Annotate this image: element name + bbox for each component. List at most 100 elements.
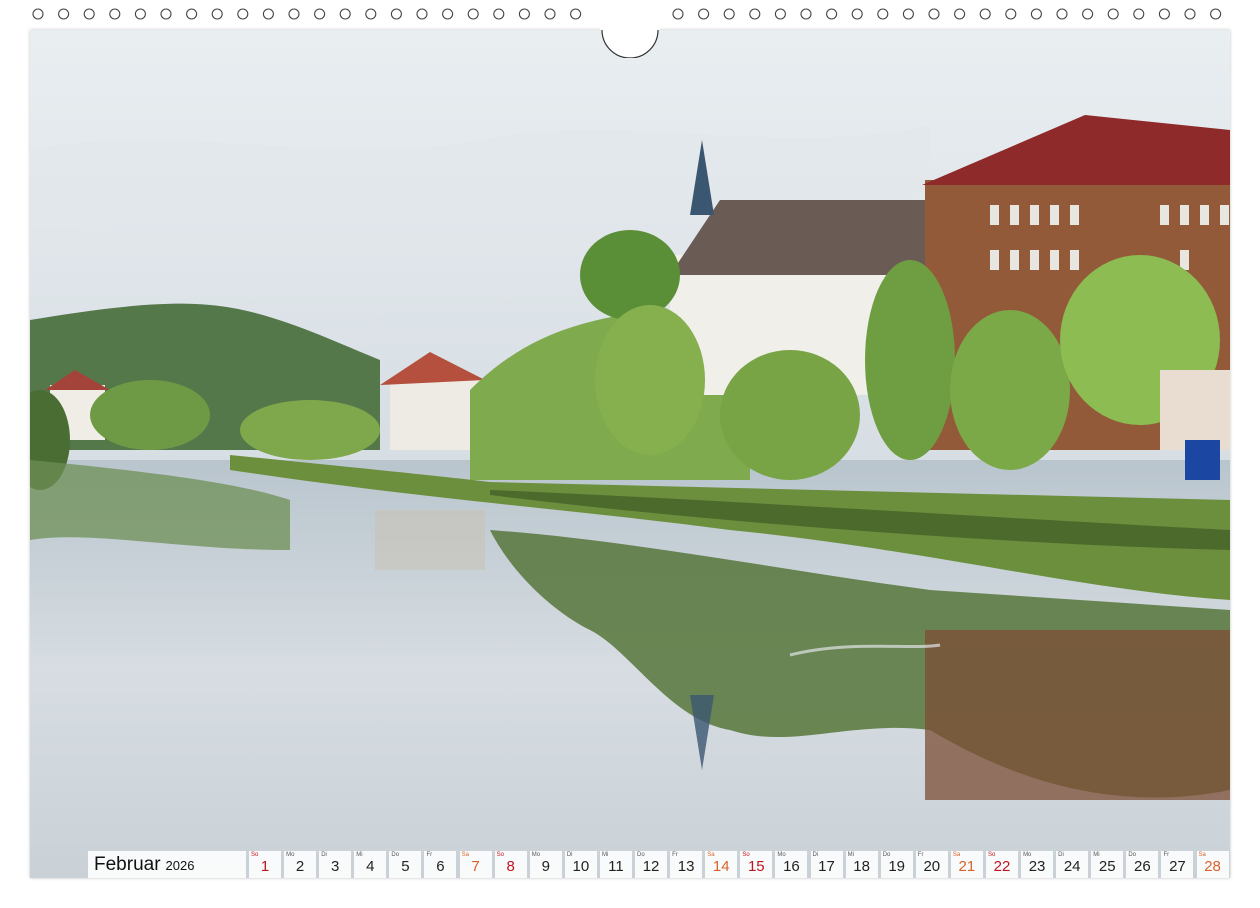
calendar-day: Sa 14	[705, 851, 738, 878]
binding-hole	[928, 8, 940, 20]
binding-hole	[32, 8, 44, 20]
day-number: 16	[783, 858, 800, 875]
binding-hole	[570, 8, 582, 20]
month-name: Februar	[94, 854, 161, 875]
calendar-day: So 22	[985, 851, 1018, 878]
binding-hole	[493, 8, 505, 20]
calendar-day: Fr 20	[915, 851, 948, 878]
day-number: 9	[541, 858, 550, 875]
binding-hole	[390, 8, 402, 20]
binding-hole	[544, 8, 556, 20]
calendar-day: Mo 9	[529, 851, 562, 878]
day-number: 5	[401, 858, 410, 875]
calendar-day: Do 19	[880, 851, 913, 878]
binding-hole	[58, 8, 70, 20]
day-number: 26	[1134, 858, 1151, 875]
calendar-day: Mo 23	[1021, 851, 1054, 878]
year-label: 2026	[165, 857, 195, 873]
binding-hole	[979, 8, 991, 20]
calendar-day: Sa 7	[459, 851, 492, 878]
day-number: 4	[366, 858, 375, 875]
day-number: 23	[1028, 858, 1046, 875]
calendar-day: Sa 21	[950, 851, 983, 878]
day-number: 10	[572, 858, 590, 875]
day-number: 6	[436, 858, 445, 875]
landscape-photo	[30, 30, 1230, 878]
calendar-day: Mo 16	[775, 851, 808, 878]
binding-hole	[237, 8, 249, 20]
calendar-day: Mo 2	[284, 851, 317, 878]
binding-hole	[698, 8, 710, 20]
binding-hole	[518, 8, 530, 20]
calendar-day: Di 3	[319, 851, 352, 878]
month-label: Februar 2026	[88, 851, 246, 878]
binding-hole	[1030, 8, 1042, 20]
binding-hole	[1210, 8, 1222, 20]
day-number: 21	[958, 858, 976, 875]
binding-hole	[262, 8, 274, 20]
binding-hole	[851, 8, 863, 20]
day-number: 15	[747, 858, 765, 875]
day-number: 8	[506, 858, 515, 875]
day-number: 11	[608, 858, 624, 875]
binding-hole	[1158, 8, 1170, 20]
calendar-day: Mi 4	[354, 851, 387, 878]
binding-hole	[109, 8, 121, 20]
calendar-day: Fr 13	[670, 851, 703, 878]
binding-hole	[211, 8, 223, 20]
binding-hole	[954, 8, 966, 20]
day-number: 22	[993, 858, 1011, 875]
binding-hole	[186, 8, 198, 20]
binding-hole	[1082, 8, 1094, 20]
binding-hole	[877, 8, 889, 20]
calendar-day: Do 26	[1126, 851, 1159, 878]
calendar-day: Di 17	[810, 851, 843, 878]
binding-hole	[800, 8, 812, 20]
binding-hole	[774, 8, 786, 20]
calendar-day: So 15	[740, 851, 773, 878]
calendar-day: Do 12	[635, 851, 668, 878]
binding-hole	[1005, 8, 1017, 20]
calendar-day: Di 10	[564, 851, 597, 878]
day-number: 28	[1204, 858, 1221, 875]
calendar-day: Sa 28	[1196, 851, 1229, 878]
binding-hole	[723, 8, 735, 20]
binding-hole	[339, 8, 351, 20]
day-number: 13	[677, 858, 695, 875]
day-number: 18	[853, 858, 870, 875]
calendar-strip: Februar 2026 So 1 Mo 2 Di 3 Mi 4 Do 5 Fr 6 Sa 7 So 8 Mo 9…	[88, 851, 1230, 878]
calendar-day: So 8	[494, 851, 527, 878]
day-number: 14	[712, 858, 730, 875]
binding-hole	[83, 8, 95, 20]
binding-hole	[442, 8, 454, 20]
calendar-day: Di 24	[1056, 851, 1089, 878]
binding-hole	[365, 8, 377, 20]
day-number: 3	[331, 858, 340, 875]
hanger-notch	[600, 22, 660, 58]
binding-hole	[134, 8, 146, 20]
day-number: 24	[1063, 858, 1081, 875]
calendar-day: Fr 27	[1161, 851, 1194, 878]
binding-hole	[1184, 8, 1196, 20]
calendar-day: Mi 25	[1091, 851, 1124, 878]
binding-hole	[467, 8, 479, 20]
binding-hole	[160, 8, 172, 20]
day-number: 25	[1098, 858, 1116, 875]
day-number: 1	[260, 858, 270, 875]
calendar-day: Fr 6	[424, 851, 457, 878]
binding-hole	[672, 8, 684, 20]
day-number: 17	[818, 858, 835, 875]
calendar-day: So 1	[249, 851, 281, 878]
binding-hole	[1133, 8, 1145, 20]
calendar-day: Do 5	[389, 851, 422, 878]
binding-hole	[1107, 8, 1119, 20]
day-number: 2	[295, 858, 305, 875]
day-number: 27	[1169, 858, 1186, 875]
day-number: 12	[642, 858, 660, 875]
calendar-day: Mi 18	[845, 851, 878, 878]
binding-hole	[826, 8, 838, 20]
binding-hole	[416, 8, 428, 20]
binding-hole	[1056, 8, 1068, 20]
day-number: 20	[923, 858, 941, 875]
calendar-day: Mi 11	[599, 851, 632, 878]
